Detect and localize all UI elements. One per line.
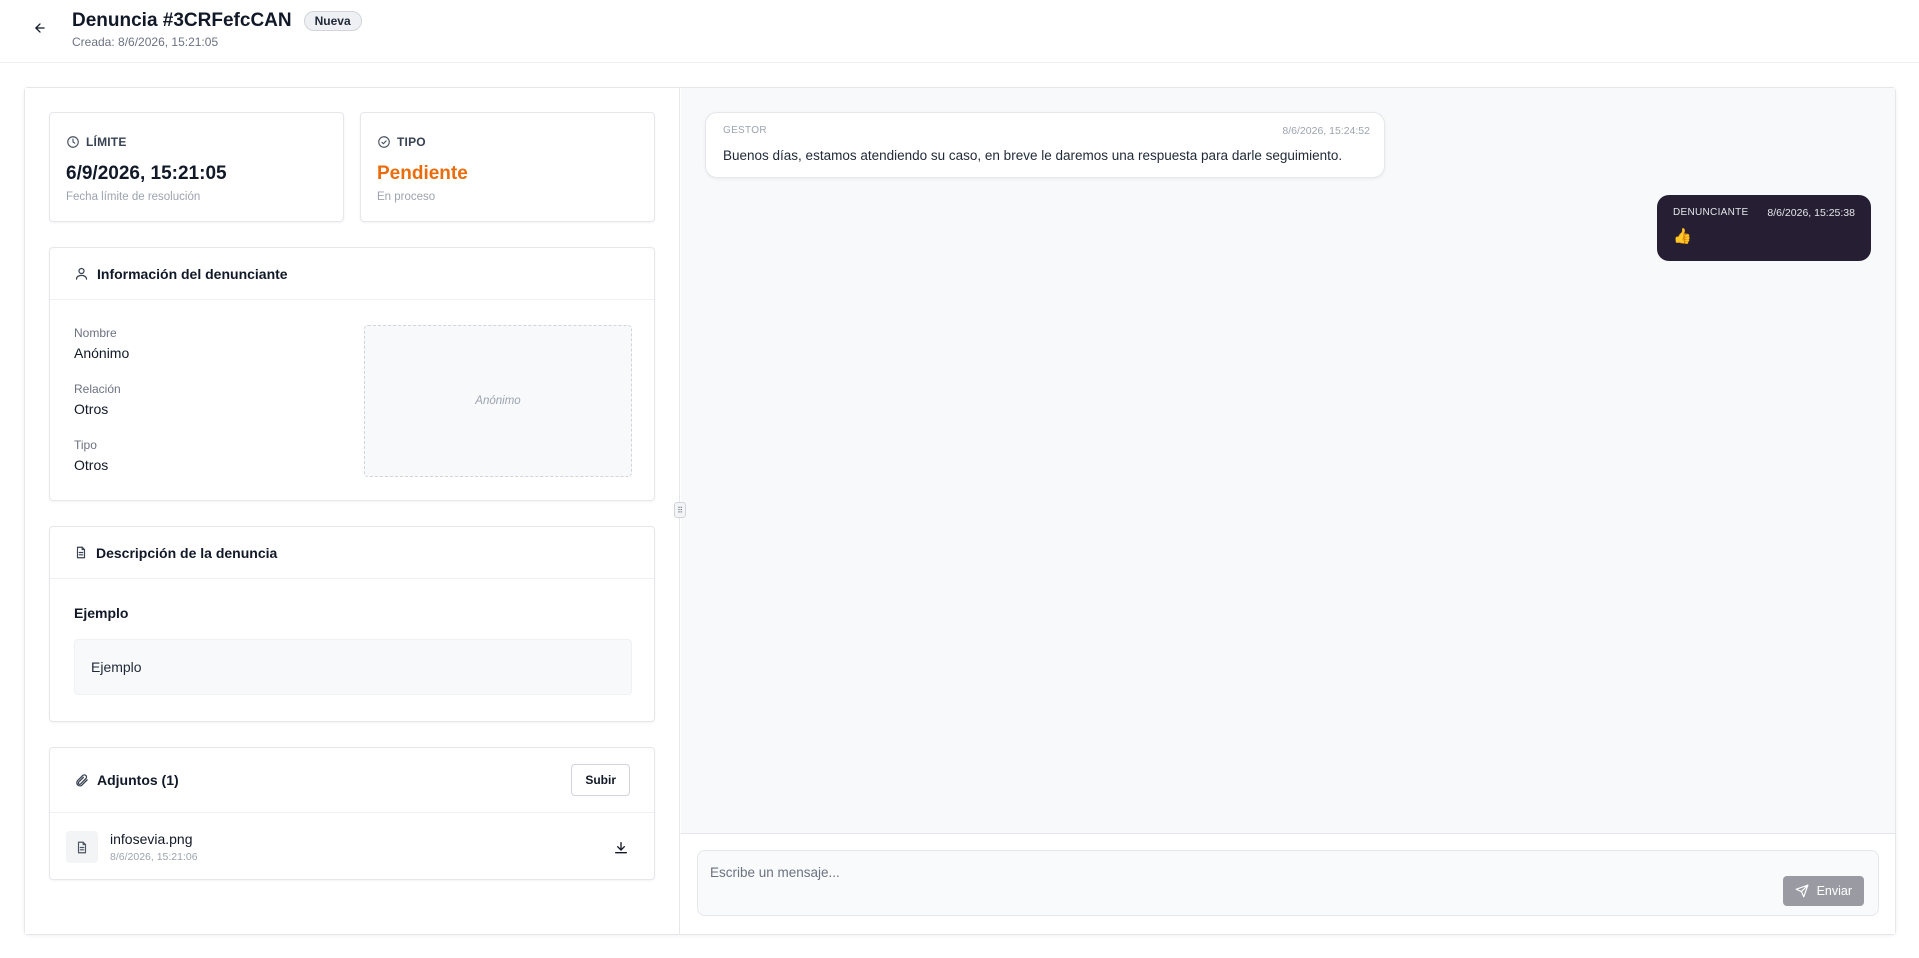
- description-body: Ejemplo: [74, 639, 632, 695]
- chat-pane: GESTOR 8/6/2026, 15:24:52 Buenos días, e…: [681, 88, 1895, 934]
- reporter-card-header: Información del denunciante: [50, 248, 654, 300]
- message-input[interactable]: [710, 861, 1730, 883]
- attachments-card-title: Adjuntos (1): [97, 772, 179, 788]
- message-time: 8/6/2026, 15:24:52: [1282, 125, 1370, 137]
- attachment-file-date: 8/6/2026, 15:21:06: [110, 851, 198, 863]
- limit-label: LÍMITE: [86, 135, 127, 149]
- document-icon: [76, 546, 86, 559]
- back-button[interactable]: [28, 16, 52, 40]
- description-subject: Ejemplo: [74, 605, 129, 621]
- message-author: DENUNCIANTE: [1673, 207, 1749, 218]
- limit-sub: Fecha límite de resolución: [66, 191, 201, 203]
- pane-resize-handle[interactable]: ⠿: [674, 502, 686, 518]
- paperclip-icon: [76, 773, 88, 786]
- grip-icon: ⠿: [677, 505, 683, 515]
- title-row: Denuncia #3CRFefcCAN Nueva: [72, 10, 362, 32]
- download-icon: [615, 842, 627, 854]
- type-card: TIPO Pendiente En proceso: [360, 112, 655, 222]
- reporter-avatar-placeholder: Anónimo: [364, 325, 632, 477]
- send-icon: [1795, 884, 1808, 898]
- limit-label-row: LÍMITE: [66, 135, 127, 149]
- type-value: Pendiente: [377, 163, 468, 184]
- file-icon: [66, 831, 98, 863]
- chat-message-gestor: GESTOR 8/6/2026, 15:24:52 Buenos días, e…: [705, 112, 1385, 178]
- reporter-relation-label: Relación: [74, 382, 121, 396]
- page-title: Denuncia #3CRFefcCAN: [72, 10, 292, 31]
- message-time: 8/6/2026, 15:25:38: [1767, 207, 1855, 219]
- case-panel: LÍMITE 6/9/2026, 15:21:05 Fecha límite d…: [24, 87, 1896, 935]
- limit-card: LÍMITE 6/9/2026, 15:21:05 Fecha límite d…: [49, 112, 344, 222]
- reporter-relation-value: Otros: [74, 401, 109, 417]
- clock-icon: [67, 136, 79, 148]
- case-details-pane: LÍMITE 6/9/2026, 15:21:05 Fecha límite d…: [25, 88, 680, 934]
- send-button-label: Enviar: [1816, 884, 1852, 898]
- message-text: Buenos días, estamos atendiendo su caso,…: [723, 148, 1343, 163]
- message-text: 👍: [1673, 228, 1692, 245]
- reporter-name-value: Anónimo: [74, 345, 130, 361]
- limit-value: 6/9/2026, 15:21:05: [66, 163, 227, 184]
- upload-button[interactable]: Subir: [571, 764, 630, 796]
- user-icon: [75, 267, 88, 280]
- reporter-name-label: Nombre: [74, 326, 117, 340]
- check-circle-icon: [378, 136, 390, 148]
- composer-bar: Enviar: [681, 833, 1895, 934]
- download-button[interactable]: [610, 837, 632, 859]
- arrow-left-icon: [35, 23, 45, 33]
- type-sub: En proceso: [377, 191, 436, 203]
- description-card-header: Descripción de la denuncia: [50, 527, 654, 579]
- send-button[interactable]: Enviar: [1782, 876, 1864, 906]
- created-date: Creada: 8/6/2026, 15:21:05: [72, 35, 219, 49]
- status-badge: Nueva: [303, 11, 362, 31]
- description-card: Descripción de la denuncia Ejemplo Ejemp…: [49, 526, 655, 722]
- attachments-card: Adjuntos (1) Subir infosevia.png 8/6/202…: [49, 747, 655, 880]
- message-composer: Enviar: [697, 850, 1879, 916]
- reporter-type-label: Tipo: [74, 438, 97, 452]
- message-author: GESTOR: [723, 125, 767, 136]
- description-card-title: Descripción de la denuncia: [96, 544, 278, 561]
- type-label-row: TIPO: [377, 135, 426, 149]
- type-label: TIPO: [397, 135, 426, 149]
- reporter-card-title: Información del denunciante: [97, 265, 288, 282]
- page-header: Denuncia #3CRFefcCAN Nueva Creada: 8/6/2…: [0, 0, 1919, 63]
- reporter-type-value: Otros: [74, 457, 109, 473]
- attachment-file-name[interactable]: infosevia.png: [110, 831, 193, 847]
- attachments-card-header: Adjuntos (1): [50, 748, 654, 813]
- chat-message-denunciante: DENUNCIANTE 8/6/2026, 15:25:38 👍: [1657, 195, 1871, 261]
- reporter-card: Información del denunciante Nombre Anóni…: [49, 247, 655, 501]
